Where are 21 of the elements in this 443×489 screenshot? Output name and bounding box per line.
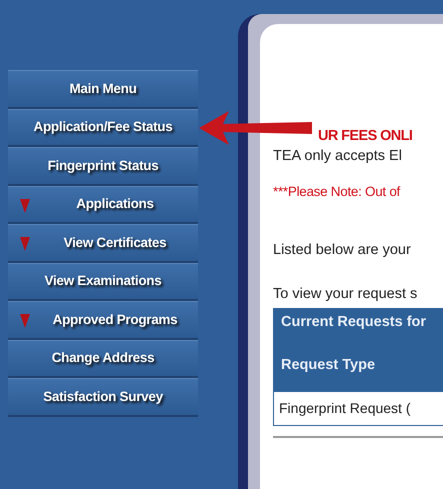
triangle-icon: [20, 198, 30, 212]
text: Listed below are your: [273, 241, 412, 260]
sidebar-item[interactable]: Approved Programs: [8, 301, 198, 340]
table-title: Current Requests for: [273, 308, 443, 338]
arrow-icon: [199, 111, 312, 145]
sidebar-item[interactable]: Fingerprint Status: [8, 147, 198, 186]
sidebar-item[interactable]: Applications: [8, 186, 198, 224]
column-header: Request Type: [273, 337, 443, 391]
sidebar-item[interactable]: Application/Fee Status: [8, 108, 198, 147]
sidebar-item[interactable]: Change Address: [8, 340, 198, 378]
text: TEA only accepts El: [273, 147, 403, 166]
triangle-icon: [20, 314, 30, 328]
sidebar-item[interactable]: View Examinations: [8, 262, 198, 301]
sidebar-item[interactable]: Main Menu: [8, 70, 198, 108]
heading: UR FEES ONLI: [317, 127, 414, 146]
sidebar-item[interactable]: View Certificates: [8, 224, 198, 262]
sidebar-item[interactable]: Satisfaction Survey: [8, 378, 198, 416]
text: To view your request s: [273, 284, 418, 304]
triangle-icon: [20, 237, 30, 251]
note-text: ***Please Note: Out of: [273, 182, 402, 201]
table-cell: Fingerprint Request (: [273, 391, 443, 426]
